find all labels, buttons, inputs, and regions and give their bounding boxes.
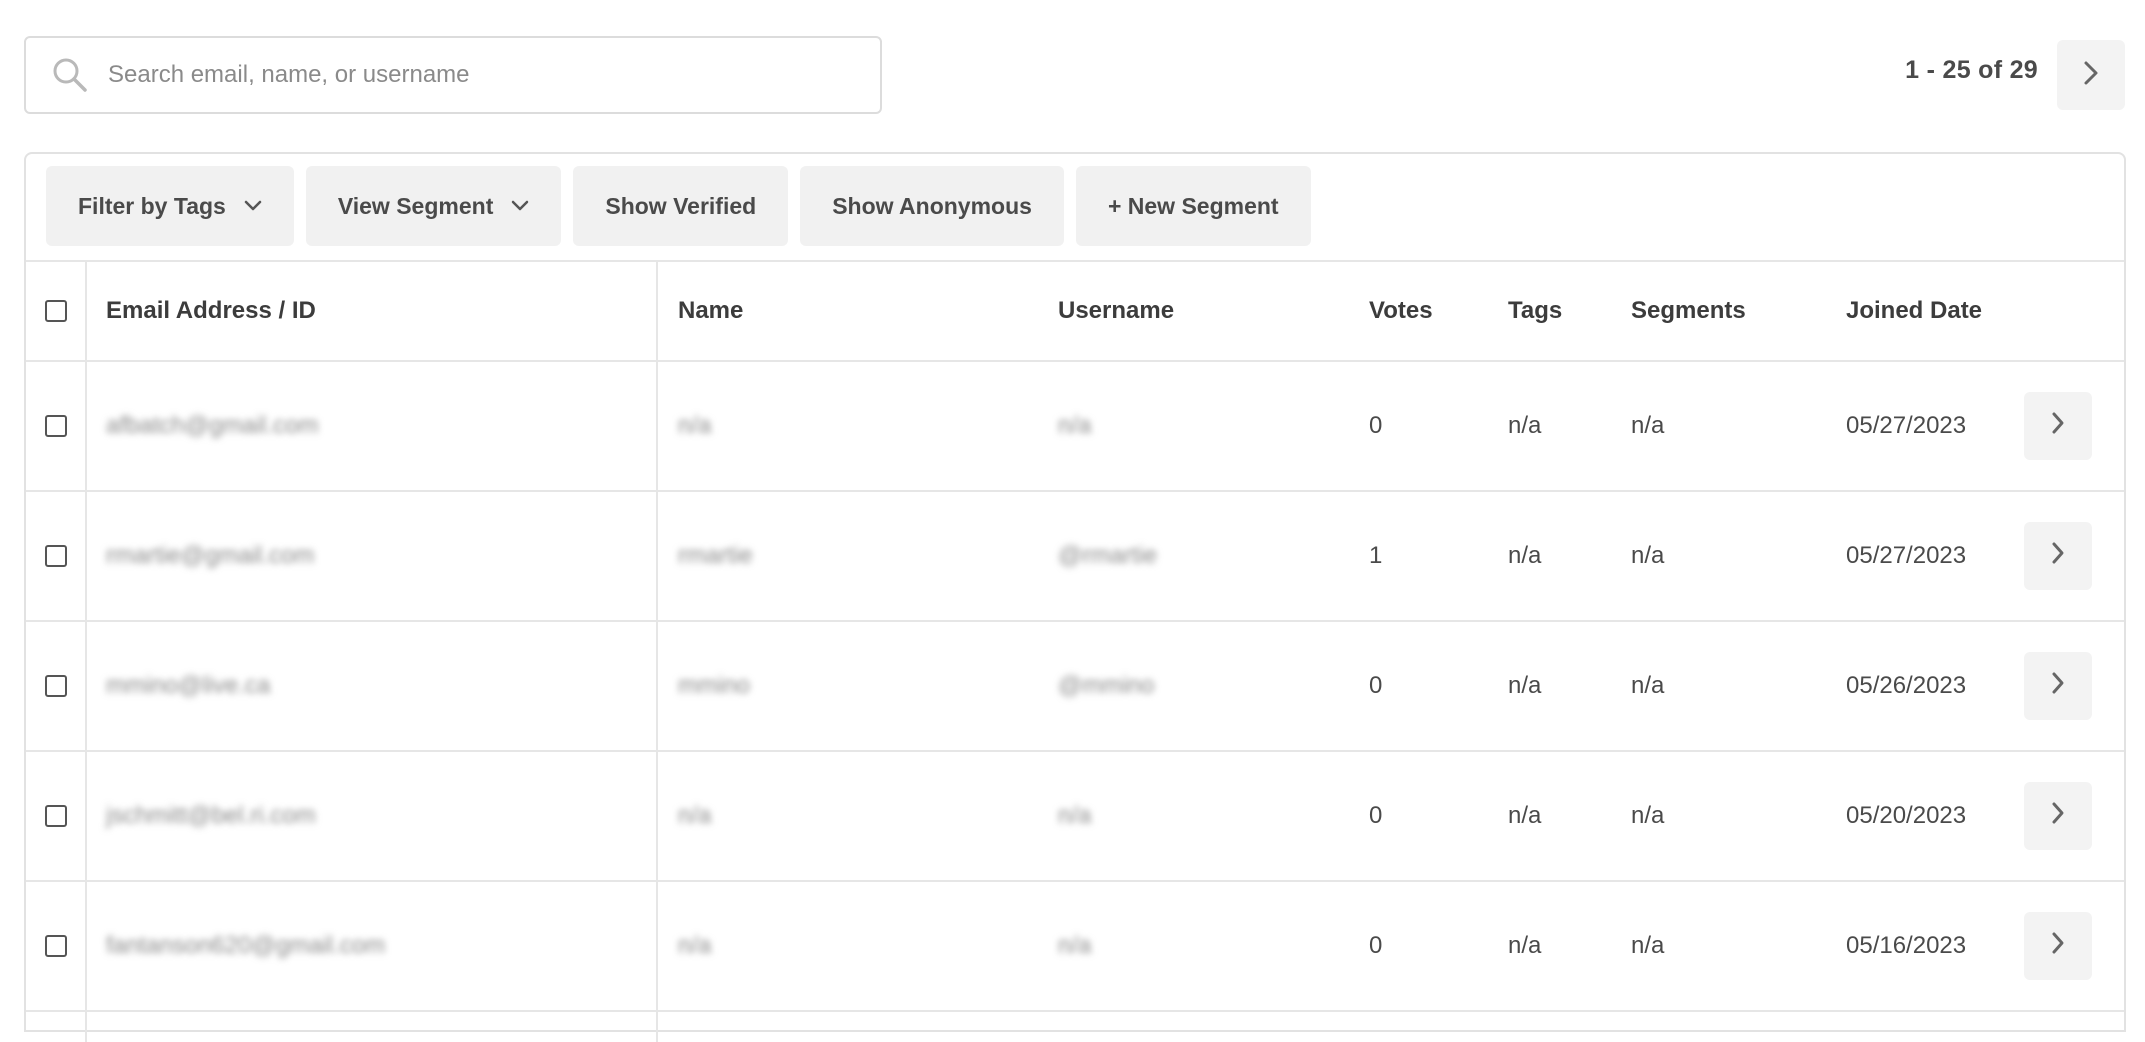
row-joined-date: 05/16/2023 bbox=[1846, 932, 1967, 959]
row-username: @mmino bbox=[1058, 672, 1155, 699]
row-tags: n/a bbox=[1508, 412, 1542, 439]
row-checkbox[interactable] bbox=[45, 415, 67, 437]
header-tags[interactable]: Tags bbox=[1508, 262, 1562, 360]
chevron-right-icon bbox=[2050, 411, 2066, 442]
row-tags: n/a bbox=[1508, 542, 1542, 569]
row-checkbox-cell bbox=[26, 882, 86, 1010]
row-arrow-cell bbox=[2024, 492, 2092, 620]
table-row[interactable]: jschmitt@bel.ri.com n/a n/a 0 n/a n/a 05… bbox=[26, 752, 2124, 882]
row-checkbox[interactable] bbox=[45, 805, 67, 827]
row-name: rmartie bbox=[678, 542, 753, 569]
table-row[interactable]: mmino@live.ca mmino @mmino 0 n/a n/a 05/… bbox=[26, 622, 2124, 752]
open-user-button[interactable] bbox=[2024, 652, 2092, 720]
row-votes: 1 bbox=[1369, 542, 1383, 569]
row-checkbox-cell bbox=[26, 622, 86, 750]
row-votes: 0 bbox=[1369, 932, 1383, 959]
row-checkbox[interactable] bbox=[45, 545, 67, 567]
row-checkbox-cell bbox=[26, 752, 86, 880]
filter-toolbar: Filter by Tags View Segment Show Verifie… bbox=[46, 166, 1311, 246]
row-arrow-cell bbox=[2024, 882, 2092, 1010]
show-verified-label: Show Verified bbox=[605, 192, 757, 219]
row-tags: n/a bbox=[1508, 672, 1542, 699]
row-name: n/a bbox=[678, 412, 712, 439]
chevron-down-icon bbox=[244, 200, 262, 212]
row-email: afbatch@gmail.com bbox=[106, 412, 319, 439]
row-username: n/a bbox=[1058, 802, 1092, 829]
row-checkbox-cell bbox=[26, 492, 86, 620]
row-name: n/a bbox=[678, 802, 712, 829]
header-segments[interactable]: Segments bbox=[1631, 262, 1746, 360]
chevron-right-icon bbox=[2050, 671, 2066, 702]
chevron-right-icon bbox=[2050, 801, 2066, 832]
view-segment-button[interactable]: View Segment bbox=[305, 166, 562, 246]
row-email: fantanson620@gmail.com bbox=[106, 932, 386, 959]
search-input[interactable] bbox=[108, 61, 880, 89]
open-user-button[interactable] bbox=[2024, 912, 2092, 980]
row-tags: n/a bbox=[1508, 932, 1542, 959]
row-email: rmartie@gmail.com bbox=[106, 542, 315, 569]
row-votes: 0 bbox=[1369, 802, 1383, 829]
table-row[interactable]: fantanson620@gmail.com n/a n/a 0 n/a n/a… bbox=[26, 882, 2124, 1012]
row-joined-date: 05/27/2023 bbox=[1846, 412, 1967, 439]
row-votes: 0 bbox=[1369, 672, 1383, 699]
new-segment-label: + New Segment bbox=[1107, 192, 1279, 219]
new-segment-button[interactable]: + New Segment bbox=[1075, 166, 1311, 246]
chevron-down-icon bbox=[511, 200, 529, 212]
row-checkbox[interactable] bbox=[45, 675, 67, 697]
open-user-button[interactable] bbox=[2024, 522, 2092, 590]
row-checkbox-cell bbox=[26, 362, 86, 490]
row-joined-date: 05/20/2023 bbox=[1846, 802, 1967, 829]
row-name: n/a bbox=[678, 932, 712, 959]
row-segments: n/a bbox=[1631, 672, 1665, 699]
header-votes[interactable]: Votes bbox=[1369, 262, 1433, 360]
row-checkbox[interactable] bbox=[45, 935, 67, 957]
filter-by-tags-label: Filter by Tags bbox=[78, 192, 226, 219]
open-user-button[interactable] bbox=[2024, 782, 2092, 850]
view-segment-label: View Segment bbox=[337, 192, 494, 219]
users-table: Email Address / ID Name Username Votes T… bbox=[26, 262, 2124, 1042]
row-segments: n/a bbox=[1631, 412, 1665, 439]
open-user-button[interactable] bbox=[2024, 392, 2092, 460]
next-page-button[interactable] bbox=[2057, 40, 2125, 110]
users-panel: Filter by Tags View Segment Show Verifie… bbox=[24, 152, 2126, 1042]
row-username: n/a bbox=[1058, 932, 1092, 959]
row-tags: n/a bbox=[1508, 802, 1542, 829]
show-anonymous-label: Show Anonymous bbox=[832, 192, 1032, 219]
chevron-right-icon bbox=[2082, 60, 2100, 91]
header-checkbox-cell bbox=[26, 262, 86, 360]
row-votes: 0 bbox=[1369, 412, 1383, 439]
row-arrow-cell bbox=[2024, 362, 2092, 490]
pagination-range: 1 - 25 of 29 bbox=[1905, 56, 2038, 84]
row-joined-date: 05/27/2023 bbox=[1846, 542, 1967, 569]
row-email: mmino@live.ca bbox=[106, 672, 271, 699]
header-name[interactable]: Name bbox=[678, 262, 743, 360]
chevron-right-icon bbox=[2050, 541, 2066, 572]
row-segments: n/a bbox=[1631, 802, 1665, 829]
search-icon bbox=[50, 55, 90, 95]
chevron-right-icon bbox=[2050, 931, 2066, 962]
table-row[interactable]: rmartie@gmail.com rmartie @rmartie 1 n/a… bbox=[26, 492, 2124, 622]
row-segments: n/a bbox=[1631, 932, 1665, 959]
row-username: n/a bbox=[1058, 412, 1092, 439]
row-email: jschmitt@bel.ri.com bbox=[106, 802, 316, 829]
header-email[interactable]: Email Address / ID bbox=[106, 262, 316, 360]
row-arrow-cell bbox=[2024, 752, 2092, 880]
row-arrow-cell bbox=[2024, 622, 2092, 750]
select-all-checkbox[interactable] bbox=[45, 300, 67, 322]
table-header-row: Email Address / ID Name Username Votes T… bbox=[26, 262, 2124, 362]
table-row[interactable]: afbatch@gmail.com n/a n/a 0 n/a n/a 05/2… bbox=[26, 362, 2124, 492]
header-username[interactable]: Username bbox=[1058, 262, 1174, 360]
row-name: mmino bbox=[678, 672, 751, 699]
show-verified-button[interactable]: Show Verified bbox=[573, 166, 789, 246]
filter-by-tags-button[interactable]: Filter by Tags bbox=[46, 166, 294, 246]
header-joined-date[interactable]: Joined Date bbox=[1846, 262, 1982, 360]
row-segments: n/a bbox=[1631, 542, 1665, 569]
row-username: @rmartie bbox=[1058, 542, 1158, 569]
show-anonymous-button[interactable]: Show Anonymous bbox=[800, 166, 1064, 246]
row-joined-date: 05/26/2023 bbox=[1846, 672, 1967, 699]
search-field[interactable] bbox=[24, 36, 882, 114]
